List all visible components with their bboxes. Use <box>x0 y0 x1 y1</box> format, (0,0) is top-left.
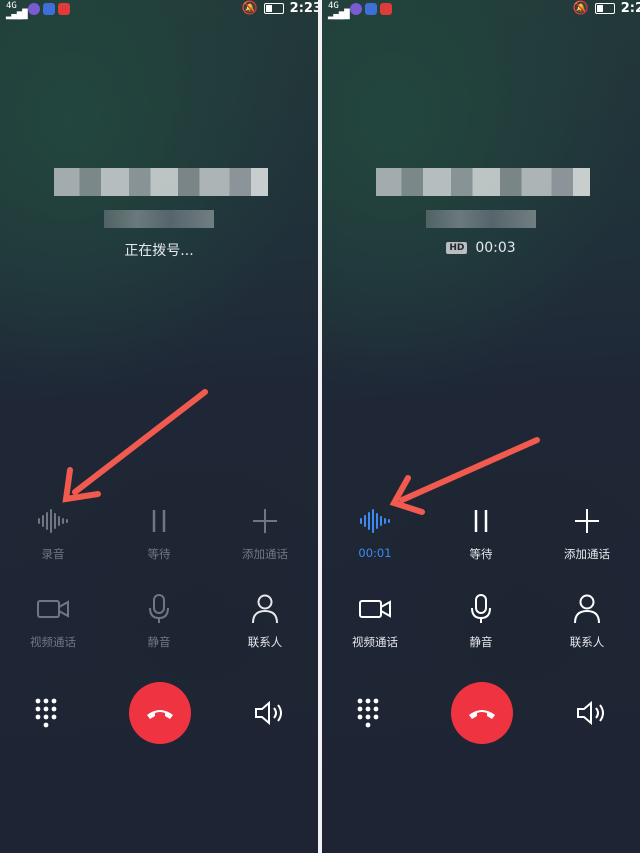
annotation-arrow <box>389 437 540 515</box>
call-screen-connected: 4G ▂▄▆█ 🔕 2:2 HD 00:03 00:01 等待 添加通话 视频通… <box>322 0 640 853</box>
call-screen-dialing: 4G ▂▄▆█ 🔕 2:23 正在拨号... 录音 等待 添加通话 视频通话 静… <box>0 0 318 853</box>
annotation-arrow <box>62 389 208 503</box>
